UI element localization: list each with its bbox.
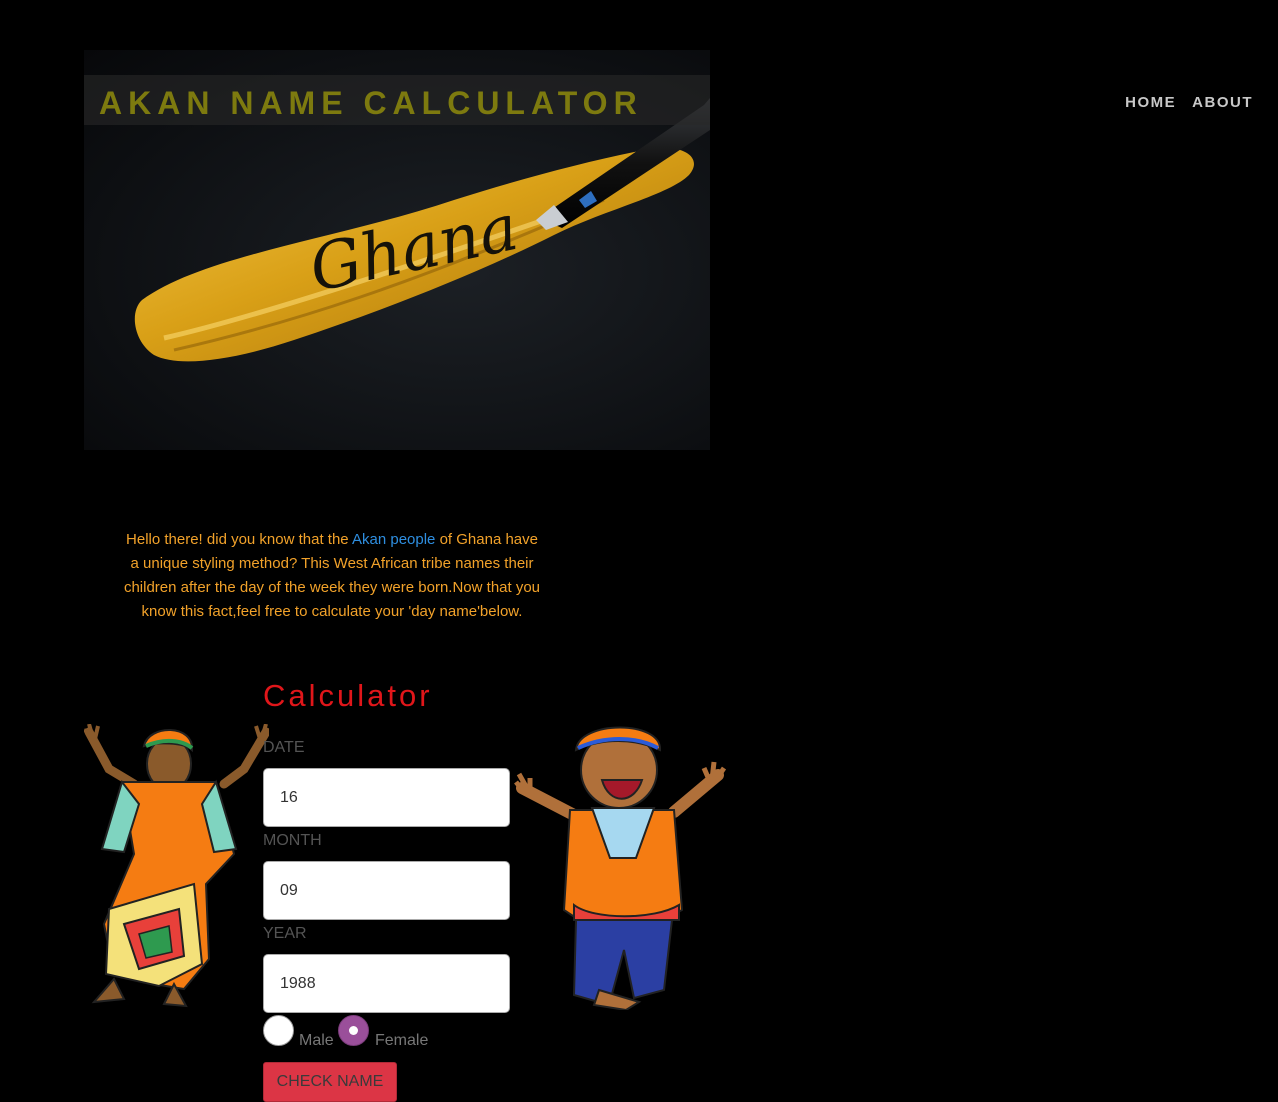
year-input[interactable] xyxy=(263,954,510,1013)
intro-paragraph: Hello there! did you know that the Akan … xyxy=(121,528,543,624)
year-label: YEAR xyxy=(263,925,307,942)
nav-about-link[interactable]: ABOUT xyxy=(1192,94,1253,111)
female-radio[interactable] xyxy=(338,1015,369,1046)
akan-people-link[interactable]: Akan people xyxy=(352,531,435,548)
dancing-woman-illustration xyxy=(84,724,269,1008)
calculator-title: Calculator xyxy=(263,678,433,713)
intro-text-start: Hello there! did you know that the xyxy=(126,531,352,548)
page-title: AKAN NAME CALCULATOR xyxy=(99,85,643,121)
month-label: MONTH xyxy=(263,832,322,849)
male-radio[interactable] xyxy=(263,1015,294,1046)
main-nav: HOME ABOUT xyxy=(1125,94,1253,111)
male-radio-label: Male xyxy=(299,1032,334,1049)
hero-banner: Ghana AKAN NAME CALCULATOR xyxy=(84,50,710,450)
nav-home-link[interactable]: HOME xyxy=(1125,94,1176,111)
check-name-button[interactable]: CHECK NAME xyxy=(263,1062,397,1102)
female-radio-label: Female xyxy=(375,1032,429,1049)
date-label: DATE xyxy=(263,739,305,756)
month-input[interactable] xyxy=(263,861,510,920)
date-input[interactable] xyxy=(263,768,510,827)
dancing-man-illustration xyxy=(514,726,726,1010)
